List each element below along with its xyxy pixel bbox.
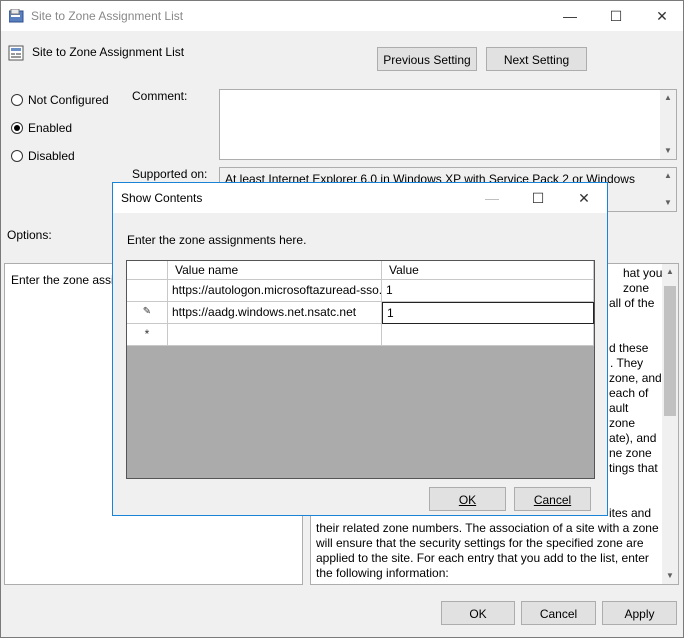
- apply-button[interactable]: Apply: [602, 601, 677, 625]
- dialog-close-button[interactable]: ✕: [561, 183, 607, 213]
- value-cell-editing[interactable]: 1: [382, 302, 594, 324]
- help-line: tings that: [609, 461, 658, 475]
- help-line: ne zone: [609, 446, 652, 460]
- scroll-up-icon[interactable]: ▲: [662, 264, 678, 280]
- maximize-button[interactable]: ☐: [593, 1, 639, 31]
- policy-app-icon: [9, 9, 24, 23]
- title-bar: Site to Zone Assignment List — ☐ ✕: [1, 1, 683, 31]
- policy-setting-icon: [8, 45, 24, 61]
- help-line: ites and: [609, 506, 652, 520]
- help-line: zone: [623, 281, 650, 295]
- enabled-radio[interactable]: [11, 122, 23, 134]
- row-header[interactable]: [127, 280, 168, 302]
- dialog-minimize-button: —: [485, 190, 499, 206]
- not-configured-radio[interactable]: [11, 94, 23, 106]
- help-line: ate), and: [609, 431, 657, 445]
- dialog-instruction: Enter the zone assignments here.: [127, 233, 307, 247]
- help-line: d these: [609, 341, 649, 355]
- window-title: Site to Zone Assignment List: [31, 9, 184, 23]
- value-cell[interactable]: 1: [382, 280, 594, 302]
- disabled-label: Disabled: [28, 149, 75, 163]
- previous-setting-button[interactable]: Previous Setting: [377, 47, 477, 71]
- close-button[interactable]: ✕: [639, 1, 684, 31]
- row-header-editing[interactable]: ✎: [127, 302, 168, 324]
- enabled-label: Enabled: [28, 121, 73, 135]
- scroll-up-icon[interactable]: ▲: [660, 168, 676, 184]
- show-contents-dialog: Show Contents — ☐ ✕ Enter the zone assig…: [112, 182, 608, 516]
- value-name-cell[interactable]: https://aadg.windows.net.nsatc.net: [168, 302, 382, 324]
- comment-textarea[interactable]: ▲ ▼: [219, 89, 677, 160]
- help-scrollbar[interactable]: ▲ ▼: [662, 264, 678, 584]
- next-setting-button[interactable]: Next Setting: [486, 47, 587, 71]
- help-line: all of the: [609, 296, 655, 310]
- dialog-title: Show Contents: [121, 191, 203, 205]
- help-line: zone: [609, 416, 636, 430]
- minimize-button[interactable]: —: [547, 1, 593, 31]
- ok-button[interactable]: OK: [441, 601, 515, 625]
- help-line: their related zone numbers. The associat…: [316, 521, 659, 535]
- scroll-down-icon[interactable]: ▼: [662, 568, 678, 584]
- options-text: Enter the zone assig: [11, 273, 121, 287]
- options-label: Options:: [7, 228, 52, 242]
- value-cell[interactable]: [382, 324, 594, 346]
- dialog-cancel-button[interactable]: Cancel: [514, 487, 591, 511]
- help-line: ault: [609, 401, 629, 415]
- comment-scrollbar[interactable]: ▲ ▼: [660, 90, 676, 159]
- cancel-button[interactable]: Cancel: [521, 601, 596, 625]
- help-line: zone, and: [609, 371, 662, 385]
- not-configured-label: Not Configured: [28, 93, 109, 107]
- comment-label: Comment:: [132, 89, 188, 103]
- scroll-up-icon[interactable]: ▲: [660, 90, 676, 106]
- disabled-radio[interactable]: [11, 150, 23, 162]
- scroll-down-icon[interactable]: ▼: [660, 143, 676, 159]
- dialog-ok-button[interactable]: OK: [429, 487, 506, 511]
- zone-assignments-grid[interactable]: Value name Value https://autologon.micro…: [126, 260, 595, 479]
- column-header-value[interactable]: Value: [382, 261, 594, 280]
- help-line: . They: [610, 356, 644, 370]
- dialog-title-bar: Show Contents — ☐ ✕: [113, 183, 607, 213]
- policy-name: Site to Zone Assignment List: [32, 45, 185, 59]
- supported-scrollbar[interactable]: ▲ ▼: [660, 168, 676, 211]
- column-header-value-name[interactable]: Value name: [168, 261, 382, 280]
- help-line: each of: [609, 386, 649, 400]
- help-line: hat you: [623, 266, 663, 280]
- help-line: applied to the site. For each entry that…: [316, 551, 649, 565]
- help-line: will ensure that the security settings f…: [316, 536, 644, 550]
- value-name-cell[interactable]: [168, 324, 382, 346]
- help-scroll-thumb[interactable]: [664, 286, 676, 416]
- dialog-maximize-button[interactable]: ☐: [515, 183, 561, 213]
- row-header-new[interactable]: *: [127, 324, 168, 346]
- grid-corner-header: [127, 261, 168, 280]
- help-line: the following information:: [316, 566, 449, 580]
- value-name-cell[interactable]: https://autologon.microsoftazuread-sso.c…: [168, 280, 382, 302]
- scroll-down-icon[interactable]: ▼: [660, 195, 676, 211]
- supported-on-label: Supported on:: [132, 167, 208, 181]
